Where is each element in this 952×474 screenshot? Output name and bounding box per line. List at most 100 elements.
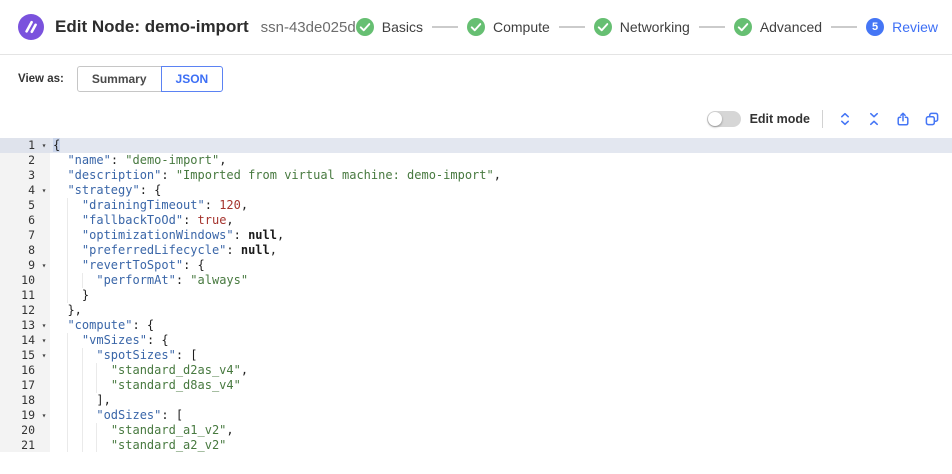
code-text[interactable]: "odSizes": [ [50, 408, 952, 423]
code-line[interactable]: 6 "fallbackToOd": true, [0, 213, 952, 228]
step-connector [831, 26, 857, 28]
code-text[interactable]: "optimizationWindows": null, [50, 228, 952, 243]
code-text[interactable]: "spotSizes": [ [50, 348, 952, 363]
wizard-stepper: Basics Compute Networking Advanced 5Review [356, 18, 938, 36]
check-circle-icon [356, 18, 374, 36]
fold-arrow-icon[interactable]: ▾ [38, 333, 50, 348]
line-number: 13 [0, 318, 38, 333]
step-connector [432, 26, 458, 28]
code-line[interactable]: 11 } [0, 288, 952, 303]
edit-mode-label: Edit mode [750, 112, 810, 126]
code-line[interactable]: 7 "optimizationWindows": null, [0, 228, 952, 243]
json-editor[interactable]: 1▾{2 "name": "demo-import",3 "descriptio… [0, 138, 952, 452]
check-circle-icon [467, 18, 485, 36]
code-text[interactable]: "compute": { [50, 318, 952, 333]
line-number: 10 [0, 273, 38, 288]
check-circle-icon [734, 18, 752, 36]
code-line[interactable]: 9▾ "revertToSpot": { [0, 258, 952, 273]
code-line[interactable]: 16 "standard_d2as_v4", [0, 363, 952, 378]
fold-arrow-icon[interactable]: ▾ [38, 348, 50, 363]
code-text[interactable]: "name": "demo-import", [50, 153, 952, 168]
code-text[interactable]: "standard_d8as_v4" [50, 378, 952, 393]
fold-arrow-icon[interactable]: ▾ [38, 183, 50, 198]
line-number: 7 [0, 228, 38, 243]
check-circle-icon [594, 18, 612, 36]
collapse-all-button[interactable] [862, 107, 886, 131]
line-number: 1 [0, 138, 38, 153]
step-label: Basics [382, 19, 423, 35]
code-line[interactable]: 1▾{ [0, 138, 952, 153]
line-number: 21 [0, 438, 38, 452]
line-number: 5 [0, 198, 38, 213]
code-line[interactable]: 10 "performAt": "always" [0, 273, 952, 288]
toolbar-divider [822, 110, 823, 128]
code-line[interactable]: 2 "name": "demo-import", [0, 153, 952, 168]
fold-arrow-icon[interactable]: ▾ [38, 138, 50, 153]
code-text[interactable]: "fallbackToOd": true, [50, 213, 952, 228]
expand-all-button[interactable] [833, 107, 857, 131]
code-text[interactable]: { [50, 138, 952, 153]
code-line[interactable]: 20 "standard_a1_v2", [0, 423, 952, 438]
line-number: 20 [0, 423, 38, 438]
code-text[interactable]: "performAt": "always" [50, 273, 952, 288]
step-compute[interactable]: Compute [467, 18, 550, 36]
code-line[interactable]: 13▾ "compute": { [0, 318, 952, 333]
line-number: 16 [0, 363, 38, 378]
code-text[interactable]: "revertToSpot": { [50, 258, 952, 273]
code-text[interactable]: "vmSizes": { [50, 333, 952, 348]
code-text[interactable]: ], [50, 393, 952, 408]
code-line[interactable]: 12 }, [0, 303, 952, 318]
export-button[interactable] [891, 107, 915, 131]
line-number: 9 [0, 258, 38, 273]
code-text[interactable]: "standard_a2_v2" [50, 438, 952, 452]
code-line[interactable]: 5 "drainingTimeout": 120, [0, 198, 952, 213]
check-icon [356, 18, 374, 36]
step-connector [699, 26, 725, 28]
code-text[interactable]: "description": "Imported from virtual ma… [50, 168, 952, 183]
step-review[interactable]: 5Review [866, 18, 938, 36]
line-number: 17 [0, 378, 38, 393]
code-text[interactable]: "preferredLifecycle": null, [50, 243, 952, 258]
collapse-all-icon [866, 111, 882, 127]
fold-arrow-icon[interactable]: ▾ [38, 258, 50, 273]
code-line[interactable]: 8 "preferredLifecycle": null, [0, 243, 952, 258]
code-line[interactable]: 4▾ "strategy": { [0, 183, 952, 198]
copy-button[interactable] [920, 107, 944, 131]
code-text[interactable]: "standard_a1_v2", [50, 423, 952, 438]
line-number: 14 [0, 333, 38, 348]
code-line[interactable]: 17 "standard_d8as_v4" [0, 378, 952, 393]
spot-logo-icon [18, 14, 44, 40]
copy-icon [924, 111, 940, 127]
fold-arrow-icon[interactable]: ▾ [38, 408, 50, 423]
code-text[interactable]: } [50, 288, 952, 303]
code-text[interactable]: "standard_d2as_v4", [50, 363, 952, 378]
line-number: 15 [0, 348, 38, 363]
export-icon [895, 111, 911, 127]
line-number: 3 [0, 168, 38, 183]
code-rows: 1▾{2 "name": "demo-import",3 "descriptio… [0, 138, 952, 452]
code-line[interactable]: 18 ], [0, 393, 952, 408]
code-line[interactable]: 19▾ "odSizes": [ [0, 408, 952, 423]
code-line[interactable]: 3 "description": "Imported from virtual … [0, 168, 952, 183]
code-line[interactable]: 15▾ "spotSizes": [ [0, 348, 952, 363]
step-networking[interactable]: Networking [594, 18, 690, 36]
view-as-summary-button[interactable]: Summary [77, 66, 162, 92]
code-text[interactable]: }, [50, 303, 952, 318]
code-line[interactable]: 21 "standard_a2_v2" [0, 438, 952, 452]
step-advanced[interactable]: Advanced [734, 18, 822, 36]
step-label: Compute [493, 19, 550, 35]
line-number: 8 [0, 243, 38, 258]
view-as-row: View as: SummaryJSON [18, 66, 223, 92]
check-icon [467, 18, 485, 36]
code-text[interactable]: "drainingTimeout": 120, [50, 198, 952, 213]
step-connector [559, 26, 585, 28]
view-as-json-button[interactable]: JSON [161, 66, 224, 92]
code-text[interactable]: "strategy": { [50, 183, 952, 198]
code-line[interactable]: 14▾ "vmSizes": { [0, 333, 952, 348]
edit-mode-toggle[interactable] [707, 111, 741, 127]
step-number-badge: 5 [866, 18, 884, 36]
step-basics[interactable]: Basics [356, 18, 423, 36]
line-number: 19 [0, 408, 38, 423]
toolbar-icons [833, 107, 944, 131]
fold-arrow-icon[interactable]: ▾ [38, 318, 50, 333]
